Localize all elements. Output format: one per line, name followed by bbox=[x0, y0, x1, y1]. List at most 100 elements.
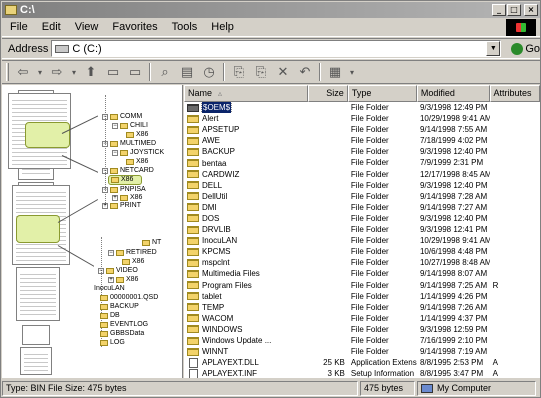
folders-icon[interactable]: ▤ bbox=[176, 62, 198, 82]
address-dropdown-button[interactable]: ▼ bbox=[486, 41, 501, 56]
tree-item-pnpisa[interactable]: − PNPISA bbox=[102, 186, 146, 194]
table-row[interactable]: DELL File Folder 9/3/1998 12:40 PM bbox=[184, 180, 540, 191]
expand-icon[interactable]: + bbox=[108, 277, 114, 283]
go-button[interactable]: Go bbox=[511, 42, 540, 55]
maximize-button[interactable]: □ bbox=[507, 4, 521, 16]
tree-item-joystick[interactable]: − JOYSTICK bbox=[112, 149, 164, 157]
table-row[interactable]: WINNT File Folder 9/14/1998 7:19 AM bbox=[184, 346, 540, 357]
thumbnail-preview[interactable] bbox=[20, 347, 52, 375]
disconnect-drive-icon[interactable]: ▭ bbox=[124, 62, 146, 82]
cell-name[interactable]: $OEM$ bbox=[184, 102, 308, 114]
copy-to-icon[interactable]: ⎘ bbox=[250, 62, 272, 82]
tree-item-log[interactable]: LOG bbox=[100, 339, 125, 347]
toolbar-grip[interactable] bbox=[6, 63, 9, 81]
column-header-name[interactable]: Name ▵ bbox=[184, 85, 308, 102]
undo-icon[interactable]: ↶ bbox=[294, 62, 316, 82]
minimize-button[interactable]: _ bbox=[492, 4, 506, 16]
tree-item-chili[interactable]: − CHILI bbox=[112, 122, 148, 130]
table-row[interactable]: DellUtil File Folder 9/14/1998 7:28 AM bbox=[184, 191, 540, 202]
tree-item-x86[interactable]: + X86 bbox=[108, 276, 138, 284]
tree-item-x86[interactable]: X86 bbox=[126, 131, 148, 139]
collapse-icon[interactable]: − bbox=[98, 268, 104, 274]
cell-name[interactable]: WINDOWS bbox=[184, 324, 308, 335]
cell-name[interactable]: APLAYEXT.INF bbox=[184, 368, 308, 378]
table-row[interactable]: Alert File Folder 10/29/1998 9:41 AM bbox=[184, 113, 540, 124]
cell-name[interactable]: Program Files bbox=[184, 280, 308, 291]
cell-name[interactable]: tablet bbox=[184, 291, 308, 302]
collapse-icon[interactable]: − bbox=[112, 123, 118, 129]
collapse-icon[interactable]: − bbox=[112, 150, 118, 156]
column-header-attributes[interactable]: Attributes bbox=[489, 85, 540, 102]
menu-help[interactable]: Help bbox=[204, 21, 241, 33]
title-bar[interactable]: C:\ _ □ × bbox=[2, 2, 540, 18]
cell-name[interactable]: DRVLIB bbox=[184, 224, 308, 235]
cell-name[interactable]: InocuLAN bbox=[184, 235, 308, 246]
table-row[interactable]: BACKUP File Folder 9/3/1998 12:40 PM bbox=[184, 146, 540, 157]
cell-name[interactable]: DellUtil bbox=[184, 191, 308, 202]
cell-name[interactable]: APLAYEXT.DLL bbox=[184, 357, 308, 368]
tree-item-x86-highlighted[interactable]: X86 bbox=[108, 175, 143, 185]
table-row[interactable]: APLAYEXT.INF 3 KB Setup Information 8/8/199… bbox=[184, 368, 540, 378]
column-header-type[interactable]: Type bbox=[347, 85, 417, 102]
tree-item-nt[interactable]: NT bbox=[142, 239, 161, 247]
cell-name[interactable]: DMI bbox=[184, 202, 308, 213]
expand-icon[interactable]: + bbox=[102, 203, 108, 209]
tree-item-gbbsdata[interactable]: GBBSData bbox=[100, 330, 144, 338]
cell-name[interactable]: mspclnt bbox=[184, 257, 308, 268]
cell-name[interactable]: WINNT bbox=[184, 346, 308, 357]
cell-name[interactable]: KPCMS bbox=[184, 246, 308, 257]
table-row[interactable]: CARDWIZ File Folder 12/17/1998 8:45 AM bbox=[184, 169, 540, 180]
table-row[interactable]: mspclnt File Folder 10/27/1998 8:48 AM bbox=[184, 257, 540, 268]
tree-item-print[interactable]: + PRINT bbox=[102, 202, 141, 210]
cell-name[interactable]: bentaa bbox=[184, 157, 308, 168]
collapse-icon[interactable]: − bbox=[102, 141, 108, 147]
column-header-size[interactable]: Size bbox=[307, 85, 348, 102]
history-icon[interactable]: ◷ bbox=[198, 62, 220, 82]
collapse-icon[interactable]: − bbox=[108, 250, 114, 256]
table-row[interactable]: DOS File Folder 9/3/1998 12:40 PM bbox=[184, 213, 540, 224]
cell-name[interactable]: BACKUP bbox=[184, 146, 308, 157]
table-row[interactable]: DRVLIB File Folder 9/3/1998 12:41 PM bbox=[184, 224, 540, 235]
tree-item-x86[interactable]: + X86 bbox=[112, 194, 142, 202]
tree-item-qsd[interactable]: 00000001.QSD bbox=[100, 294, 158, 302]
back-arrow-icon[interactable]: ⇦ bbox=[12, 62, 34, 82]
cell-name[interactable]: AWE bbox=[184, 135, 308, 146]
cell-name[interactable]: DELL bbox=[184, 180, 308, 191]
menu-file[interactable]: File bbox=[2, 21, 35, 33]
cell-name[interactable]: WACOM bbox=[184, 313, 308, 324]
cell-name[interactable]: Windows Update ... bbox=[184, 335, 308, 346]
menu-favorites[interactable]: Favorites bbox=[105, 21, 164, 33]
table-row[interactable]: tablet File Folder 1/14/1999 4:26 PM bbox=[184, 291, 540, 302]
table-row[interactable]: AWE File Folder 7/18/1999 4:02 PM bbox=[184, 135, 540, 146]
tree-item-retired[interactable]: − RETIRED bbox=[108, 249, 157, 257]
menu-tools[interactable]: Tools bbox=[165, 21, 205, 33]
expand-icon[interactable]: + bbox=[112, 195, 118, 201]
cell-name[interactable]: CARDWIZ bbox=[184, 169, 308, 180]
table-row[interactable]: $OEM$ File Folder 9/3/1998 12:49 PM bbox=[184, 102, 540, 114]
table-row[interactable]: WACOM File Folder 1/14/1999 4:37 PM bbox=[184, 313, 540, 324]
table-row[interactable]: WINDOWS File Folder 9/3/1998 12:59 PM bbox=[184, 324, 540, 335]
views-dropdown-icon[interactable]: ▾ bbox=[346, 62, 358, 82]
collapse-icon[interactable]: − bbox=[102, 168, 108, 174]
thumbnail-preview[interactable] bbox=[16, 267, 60, 321]
table-row[interactable]: TEMP File Folder 9/14/1998 7:26 AM bbox=[184, 302, 540, 313]
cell-name[interactable]: APSETUP bbox=[184, 124, 308, 135]
map-drive-icon[interactable]: ▭ bbox=[102, 62, 124, 82]
forward-dropdown-icon[interactable]: ▾ bbox=[68, 62, 80, 82]
menu-view[interactable]: View bbox=[68, 21, 106, 33]
table-row[interactable]: Multimedia Files File Folder 9/14/1998 8:0… bbox=[184, 268, 540, 279]
column-header-modified[interactable]: Modified bbox=[416, 85, 490, 102]
search-icon[interactable]: ⌕ bbox=[154, 62, 176, 82]
thumbnail-preview[interactable] bbox=[22, 325, 50, 345]
table-row[interactable]: InocuLAN File Folder 10/29/1998 9:41 AM bbox=[184, 235, 540, 246]
table-row[interactable]: APLAYEXT.DLL 25 KB Application Extension8/… bbox=[184, 357, 540, 368]
cell-name[interactable]: TEMP bbox=[184, 302, 308, 313]
tree-item-eventlog[interactable]: EVENTLOG bbox=[100, 321, 148, 329]
cell-name[interactable]: Multimedia Files bbox=[184, 268, 308, 279]
delete-icon[interactable]: ✕ bbox=[272, 62, 294, 82]
table-row[interactable]: Windows Update ... File Folder 7/16/1999 2… bbox=[184, 335, 540, 346]
table-row[interactable]: bentaa File Folder 7/9/1999 2:31 PM bbox=[184, 157, 540, 168]
menu-edit[interactable]: Edit bbox=[35, 21, 68, 33]
table-row[interactable]: Program Files File Folder 9/14/1998 7:25 A… bbox=[184, 280, 540, 291]
tree-item-backup[interactable]: BACKUP bbox=[100, 303, 139, 311]
